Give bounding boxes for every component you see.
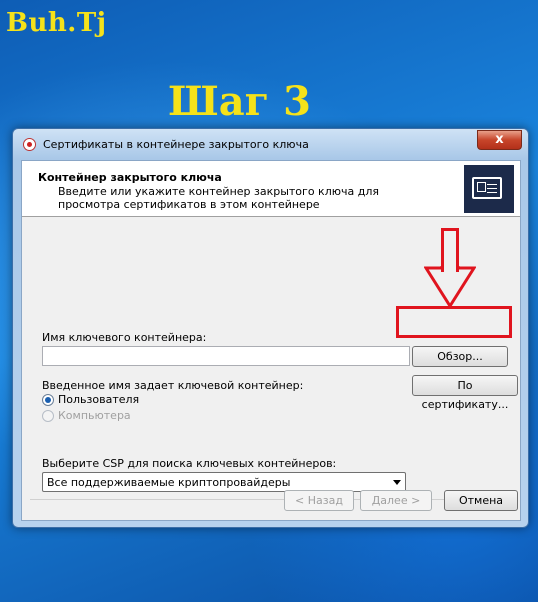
cancel-button[interactable]: Отмена <box>444 490 518 511</box>
user-radio[interactable] <box>42 394 54 406</box>
down-arrow-shaft <box>441 228 459 272</box>
browse-button[interactable]: Обзор... <box>412 346 508 367</box>
computer-radio[interactable] <box>42 410 54 422</box>
wizard-header: Контейнер закрытого ключа Введите или ук… <box>22 161 520 217</box>
footer-divider <box>30 499 512 500</box>
down-arrow-icon <box>424 266 476 308</box>
chevron-down-icon <box>393 480 401 485</box>
step-caption: Шаг 3 <box>168 78 311 125</box>
highlight-frame <box>396 306 512 338</box>
csp-select[interactable]: Все поддерживаемые криптопровайдеры <box>42 472 406 492</box>
certificate-card-shape <box>472 177 502 199</box>
user-radio-label: Пользователя <box>58 393 140 406</box>
title-bar[interactable]: Сертификаты в контейнере закрытого ключа… <box>13 129 528 159</box>
brand-watermark: Buh.Tj <box>6 8 107 38</box>
csp-selected-value: Все поддерживаемые криптопровайдеры <box>47 476 291 489</box>
key-scope-label: Введенное имя задает ключевой контейнер: <box>42 379 304 392</box>
close-icon: x <box>495 132 504 147</box>
certificate-icon <box>464 165 514 213</box>
computer-radio-label: Компьютера <box>58 409 131 422</box>
app-icon <box>23 138 36 151</box>
header-title: Контейнер закрытого ключа <box>38 171 222 184</box>
by-certificate-button[interactable]: По сертификату... <box>412 375 518 411</box>
window-title: Сертификаты в контейнере закрытого ключа <box>43 138 309 151</box>
close-button[interactable]: x <box>477 130 522 150</box>
dialog-body: Контейнер закрытого ключа Введите или ук… <box>21 160 521 521</box>
container-name-label: Имя ключевого контейнера: <box>42 331 207 344</box>
back-button[interactable]: < Назад <box>284 490 354 511</box>
csp-label: Выберите CSP для поиска ключевых контейн… <box>42 457 337 470</box>
container-name-input[interactable] <box>42 346 410 366</box>
header-description: Введите или укажите контейнер закрытого … <box>58 185 379 211</box>
next-button[interactable]: Далее > <box>360 490 432 511</box>
